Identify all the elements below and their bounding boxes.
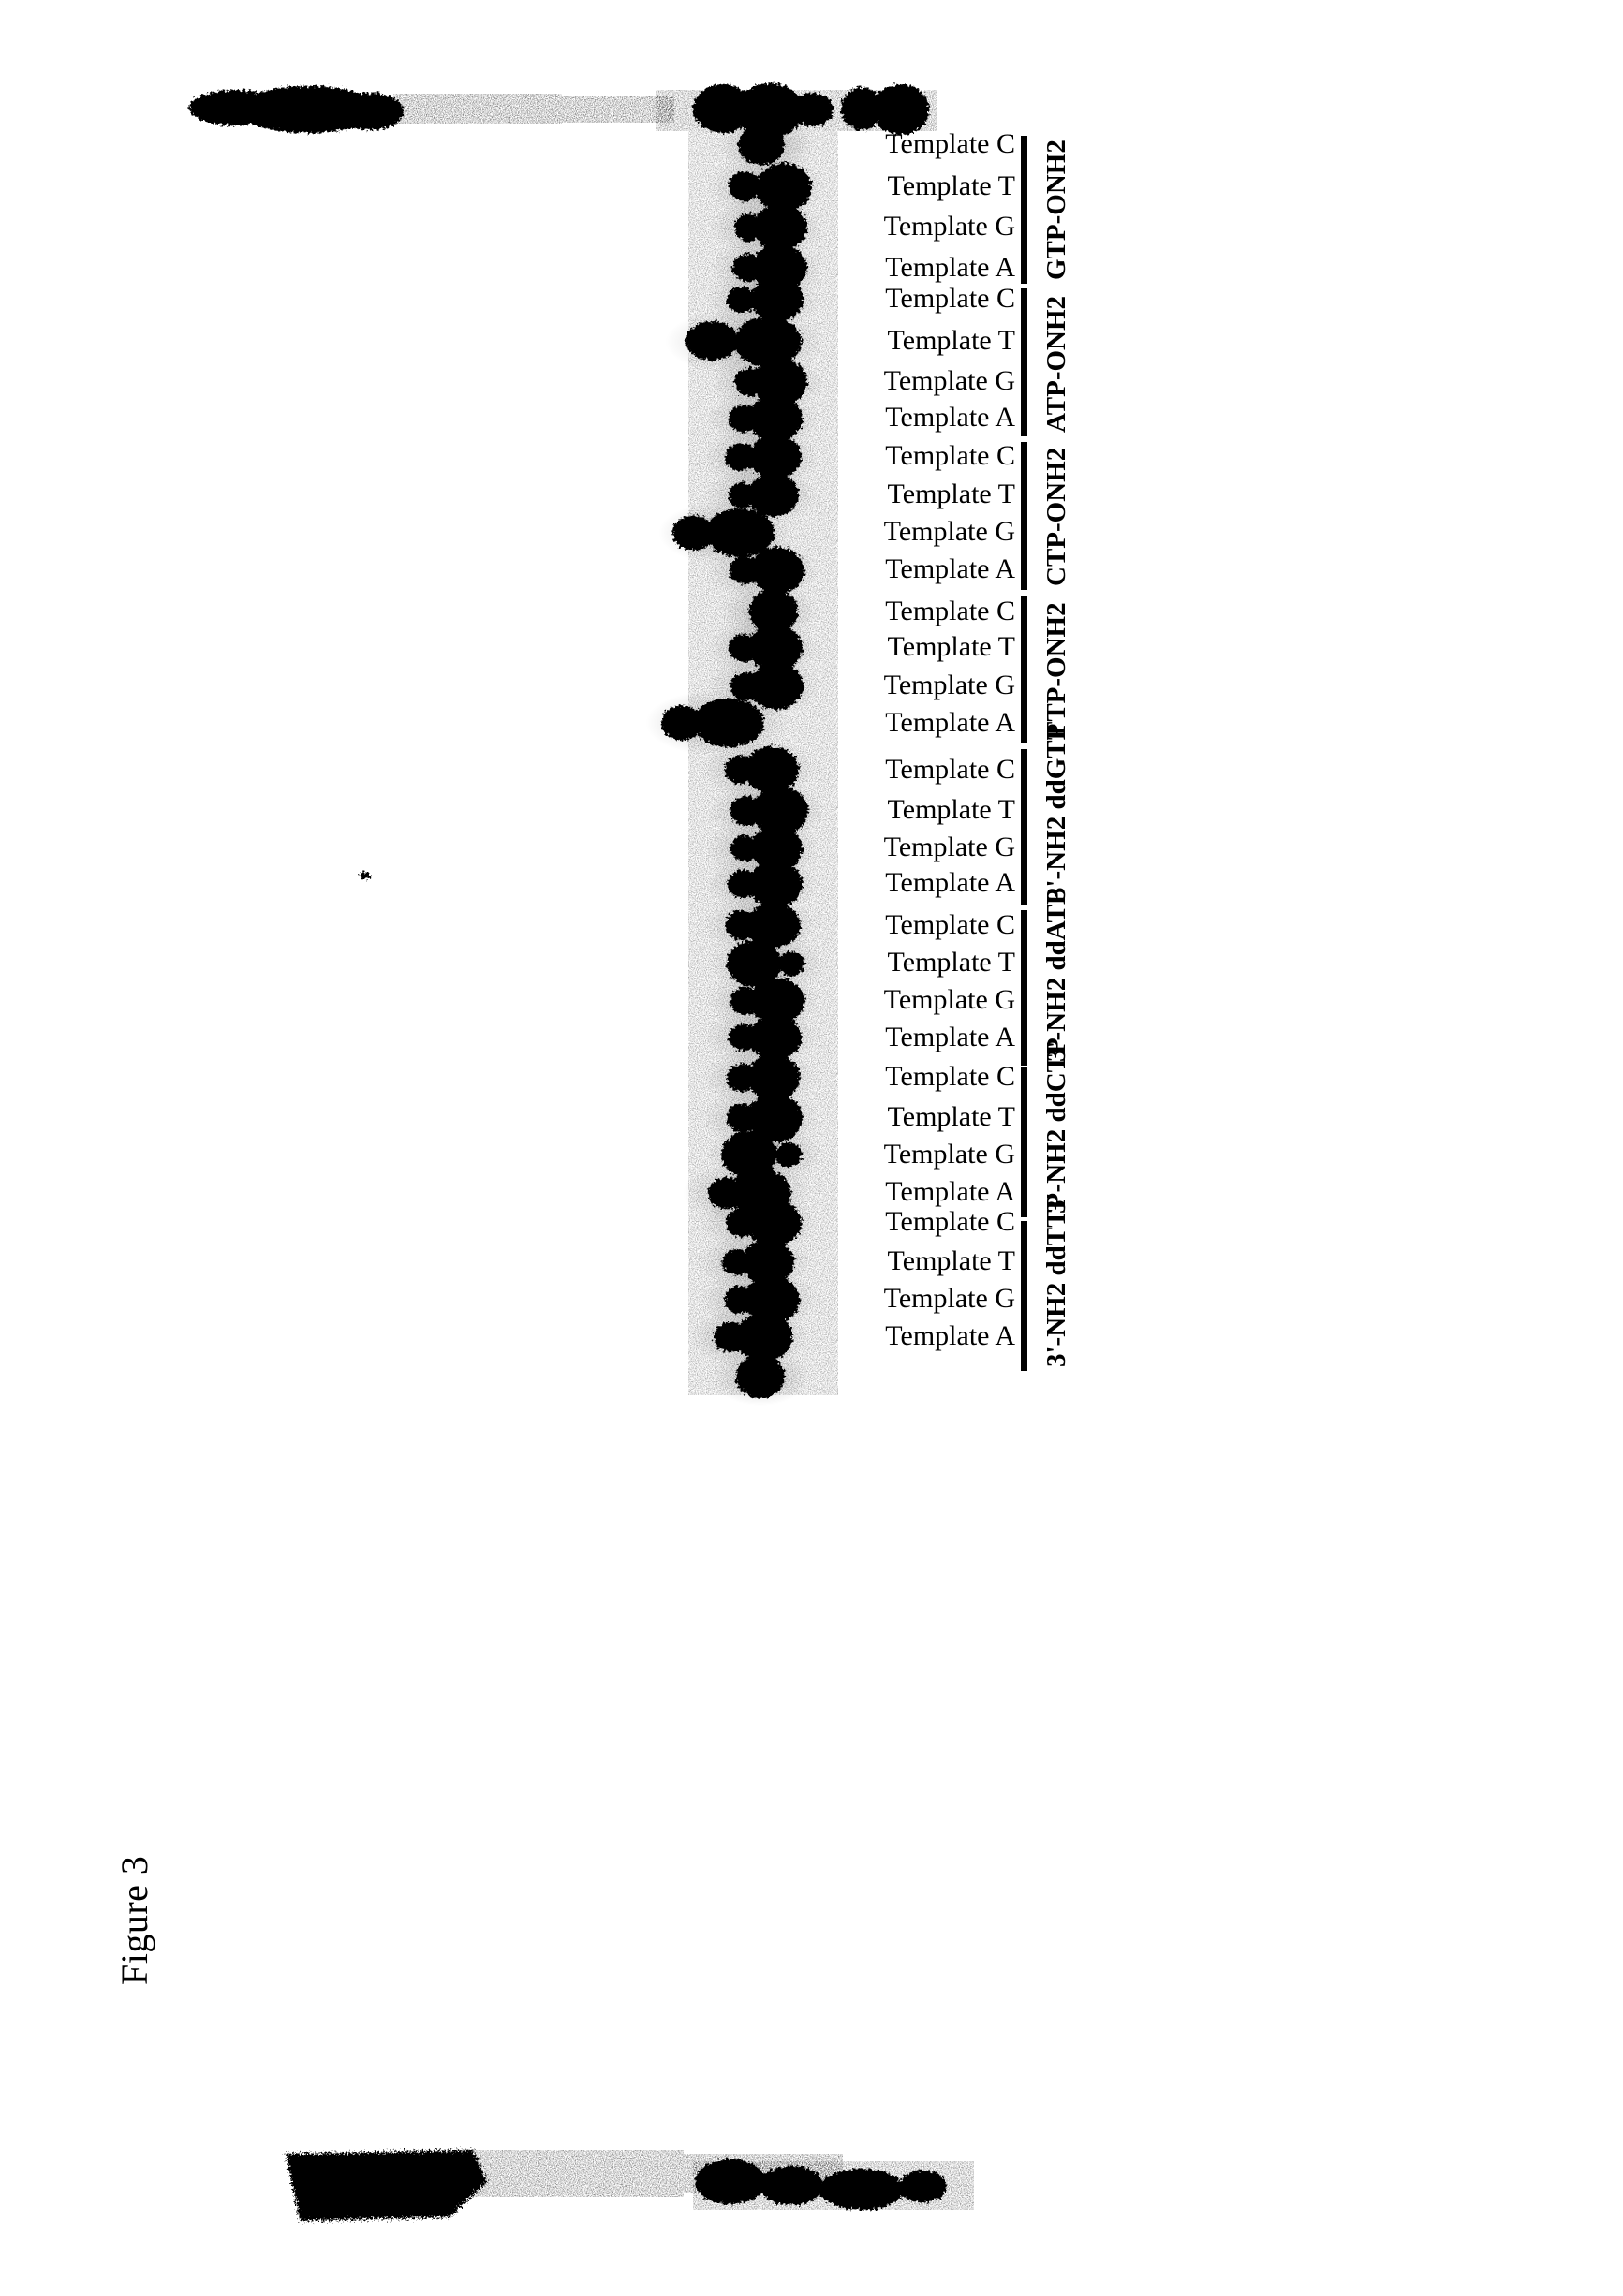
template-label: Template C (885, 1061, 1015, 1092)
group-label: 3'-NH2 ddATP (1041, 888, 1071, 1062)
group-bracket (1021, 596, 1027, 743)
group-label: ATP-ONH2 (1041, 295, 1071, 433)
template-label: Template T (887, 478, 1015, 509)
template-label: Template T (887, 170, 1015, 201)
template-label: Template T (887, 631, 1015, 662)
template-label: Template A (885, 252, 1015, 283)
template-label: Template G (883, 365, 1015, 396)
group-label: 3'-NH2 ddGTP (1041, 723, 1071, 901)
template-label-column: Template C Template T Template G Template A… (832, 128, 1019, 2154)
group-label: TTP-ONH2 (1041, 602, 1071, 740)
template-label: Template A (885, 707, 1015, 738)
template-label: Template G (883, 984, 1015, 1015)
figure-caption: Figure 3 (113, 1855, 155, 1985)
template-label: Template T (887, 947, 1015, 978)
template-label: Template A (885, 1176, 1015, 1207)
template-label: Template G (883, 211, 1015, 242)
group-label: GTP-ONH2 (1041, 140, 1071, 280)
gel-autoradiograph (0, 0, 1623, 2296)
group-bracket (1021, 749, 1027, 905)
group-bracket (1021, 136, 1027, 284)
group-bracket (1021, 1221, 1027, 1371)
group-bracket (1021, 1067, 1027, 1217)
group-label: 3'-NH2 ddTTP (1041, 1192, 1071, 1367)
template-label: Template T (887, 1101, 1015, 1132)
gel-stray-fleck (360, 872, 371, 879)
template-label: Template C (885, 596, 1015, 626)
template-label: Template A (885, 1320, 1015, 1351)
template-label: Template T (887, 794, 1015, 825)
template-label: Template G (883, 1139, 1015, 1170)
template-label: Template T (887, 325, 1015, 356)
template-label: Template A (885, 402, 1015, 433)
group-label: CTP-ONH2 (1041, 447, 1071, 586)
template-label: Template C (885, 440, 1015, 471)
template-label: Template A (885, 1022, 1015, 1052)
template-label: Template G (883, 670, 1015, 700)
template-label: Template A (885, 867, 1015, 898)
group-label: 3'-NH2 ddCTP (1041, 1038, 1071, 1214)
group-bracket (1021, 442, 1027, 590)
template-label: Template C (885, 909, 1015, 940)
template-label: Template C (885, 128, 1015, 159)
group-bracket (1021, 288, 1027, 436)
template-label: Template G (883, 516, 1015, 547)
template-label: Template C (885, 283, 1015, 314)
group-bracket-column: GTP-ONH2 ATP-ONH2 CTP-ONH2 TTP-ONH2 3'-NH2 d… (1021, 131, 1133, 2172)
template-label: Template G (883, 832, 1015, 862)
template-label: Template C (885, 754, 1015, 785)
template-label: Template T (887, 1245, 1015, 1276)
group-bracket (1021, 910, 1027, 1066)
template-label: Template C (885, 1206, 1015, 1237)
template-label: Template A (885, 553, 1015, 584)
template-label: Template G (883, 1283, 1015, 1314)
